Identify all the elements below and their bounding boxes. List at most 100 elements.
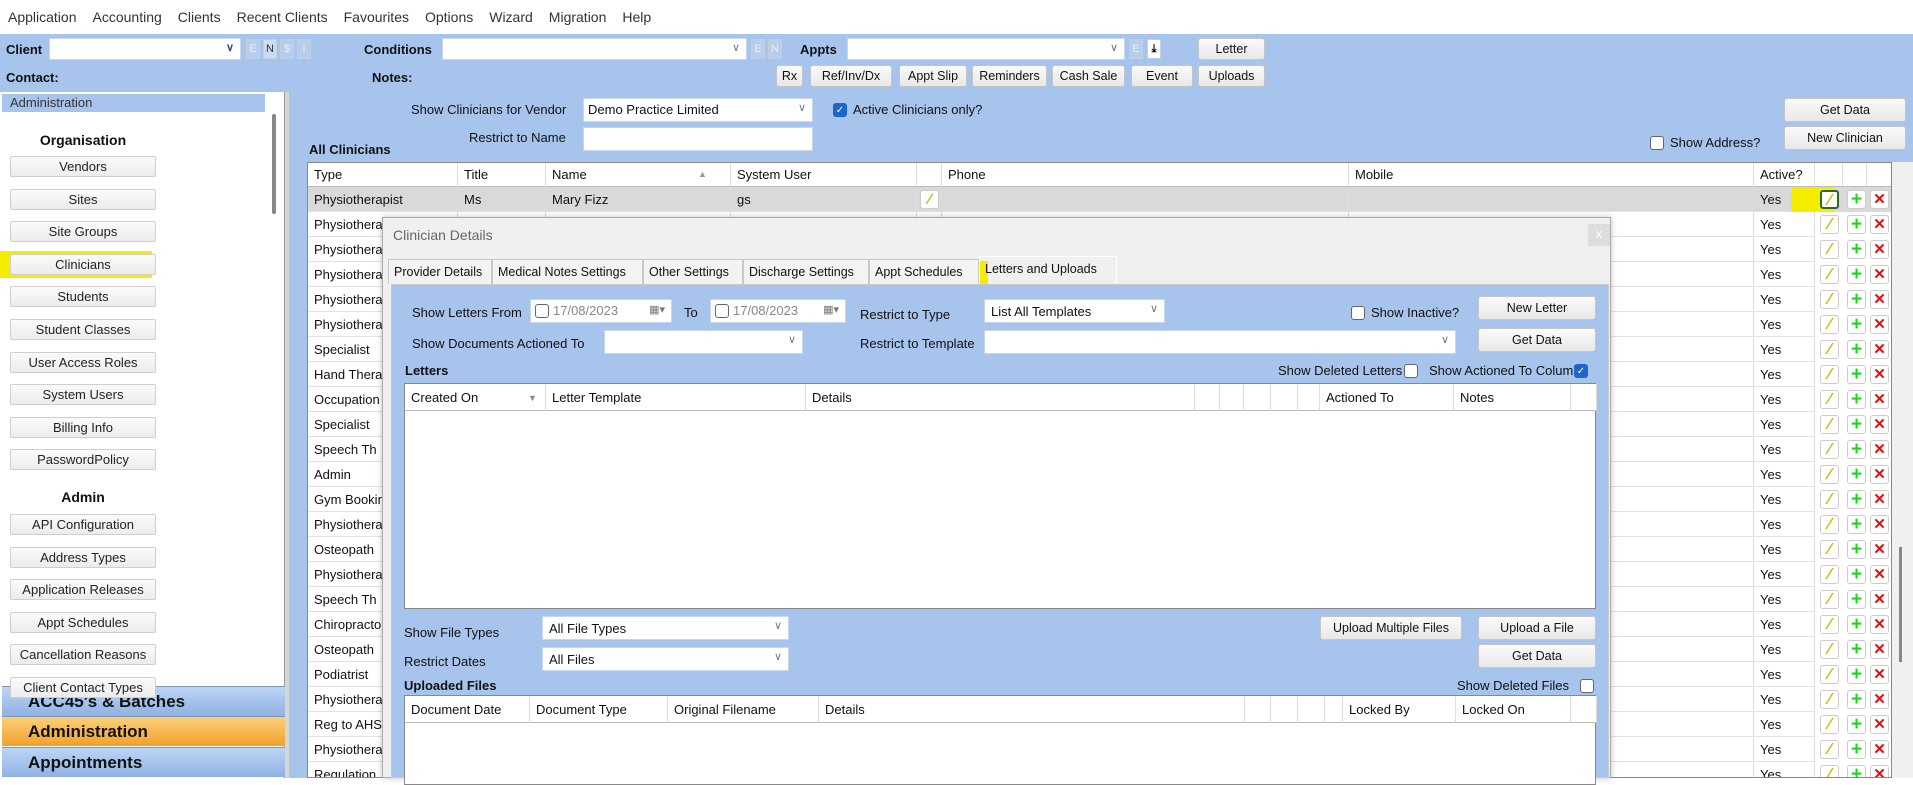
column-header-blank[interactable]	[917, 163, 942, 187]
client-account-button[interactable]: $	[280, 39, 294, 59]
files-column-document-date[interactable]: Document Date	[405, 696, 530, 723]
from-date-picker[interactable]: 17/08/2023 ▦▾	[530, 299, 672, 323]
add-icon[interactable]: +	[1847, 640, 1866, 659]
add-icon[interactable]: +	[1847, 615, 1866, 634]
letters-column-letter-template[interactable]: Letter Template	[546, 384, 806, 411]
vendor-select[interactable]: Demo Practice Limited ∨	[583, 98, 813, 122]
files-column-blank[interactable]	[1271, 696, 1298, 723]
delete-icon[interactable]: ✕	[1870, 365, 1889, 384]
edit-icon[interactable]: ∕	[1820, 640, 1839, 659]
sidebar-item-student-classes[interactable]: Student Classes	[10, 319, 156, 340]
tab-other-settings[interactable]: Other Settings	[643, 259, 743, 284]
edit-icon[interactable]: ∕	[1820, 265, 1839, 284]
add-icon[interactable]: +	[1847, 365, 1866, 384]
files-column-locked-on[interactable]: Locked On	[1456, 696, 1571, 723]
sidebar-scrollbar[interactable]	[272, 114, 276, 214]
get-data-files-button[interactable]: Get Data	[1478, 644, 1596, 668]
appt-slip-button[interactable]: Appt Slip	[899, 65, 967, 87]
sidebar-item-site-groups[interactable]: Site Groups	[10, 221, 156, 243]
add-icon[interactable]: +	[1847, 665, 1866, 684]
letters-column-blank[interactable]	[1195, 384, 1220, 411]
sidebar-item-students[interactable]: Students	[10, 286, 156, 308]
client-new-button[interactable]: N	[263, 39, 277, 59]
tab-medical-notes-settings[interactable]: Medical Notes Settings	[492, 259, 643, 284]
client-info-button[interactable]: i	[297, 39, 311, 59]
edit-icon[interactable]: ∕	[1820, 365, 1839, 384]
add-icon[interactable]: +	[1847, 190, 1866, 209]
actioned-to-select[interactable]: ∨	[604, 330, 803, 354]
files-column-blank[interactable]	[1298, 696, 1325, 723]
delete-icon[interactable]: ✕	[1870, 390, 1889, 409]
sidebar-item-sites[interactable]: Sites	[10, 188, 156, 210]
menu-accounting[interactable]: Accounting	[93, 9, 162, 25]
add-icon[interactable]: +	[1847, 265, 1866, 284]
delete-icon[interactable]: ✕	[1870, 715, 1889, 734]
edit-icon[interactable]: ∕	[1820, 540, 1839, 559]
to-date-checkbox[interactable]	[715, 304, 729, 318]
from-date-checkbox[interactable]	[535, 304, 549, 318]
edit-icon[interactable]: ∕	[920, 190, 939, 209]
column-header-phone[interactable]: Phone	[942, 163, 1349, 187]
delete-icon[interactable]: ✕	[1870, 665, 1889, 684]
add-icon[interactable]: +	[1847, 590, 1866, 609]
edit-icon[interactable]: ∕	[1820, 490, 1839, 509]
delete-icon[interactable]: ✕	[1870, 540, 1889, 559]
tab-provider-details[interactable]: Provider Details	[388, 259, 492, 284]
delete-icon[interactable]: ✕	[1870, 615, 1889, 634]
delete-icon[interactable]: ✕	[1870, 515, 1889, 534]
menu-favourites[interactable]: Favourites	[344, 9, 409, 25]
upload-multiple-files-button[interactable]: Upload Multiple Files	[1320, 616, 1462, 640]
letters-column-blank[interactable]	[1571, 384, 1597, 411]
menu-options[interactable]: Options	[425, 9, 473, 25]
show-deleted-files-checkbox[interactable]	[1580, 679, 1594, 693]
delete-icon[interactable]: ✕	[1870, 690, 1889, 709]
letters-column-details[interactable]: Details	[806, 384, 1195, 411]
new-clinician-button[interactable]: New Clinician	[1784, 126, 1906, 150]
sidebar-item-passwordpolicy[interactable]: PasswordPolicy	[10, 449, 156, 471]
delete-icon[interactable]: ✕	[1870, 565, 1889, 584]
column-header-system-user[interactable]: System User	[731, 163, 917, 187]
files-column-blank[interactable]	[1245, 696, 1271, 723]
letters-column-blank[interactable]	[1298, 384, 1320, 411]
edit-icon[interactable]: ∕	[1820, 665, 1839, 684]
add-icon[interactable]: +	[1847, 715, 1866, 734]
show-actioned-cols-checkbox[interactable]: ✓	[1574, 364, 1588, 378]
column-header-mobile[interactable]: Mobile	[1349, 163, 1754, 187]
active-only-checkbox[interactable]: ✓	[833, 103, 847, 117]
letter-button[interactable]: Letter	[1198, 38, 1265, 60]
letters-column-created-on[interactable]: Created On	[405, 384, 546, 411]
menu-wizard[interactable]: Wizard	[489, 9, 533, 25]
show-inactive-checkbox[interactable]	[1351, 306, 1365, 320]
sidebar-item-client-contact-types[interactable]: Client Contact Types	[10, 677, 156, 698]
show-deleted-letters-checkbox[interactable]	[1404, 364, 1418, 378]
add-icon[interactable]: +	[1847, 415, 1866, 434]
delete-icon[interactable]: ✕	[1870, 290, 1889, 309]
edit-icon[interactable]: ∕	[1820, 315, 1839, 334]
add-icon[interactable]: +	[1847, 215, 1866, 234]
restrict-dates-select[interactable]: All Files ∨	[542, 647, 789, 671]
files-column-blank[interactable]	[1325, 696, 1343, 723]
restrict-template-select[interactable]: ∨	[984, 330, 1456, 354]
add-icon[interactable]: +	[1847, 315, 1866, 334]
letters-column-blank[interactable]	[1244, 384, 1271, 411]
download-icon[interactable]: ⤓	[1147, 39, 1161, 59]
delete-icon[interactable]: ✕	[1870, 440, 1889, 459]
event-button[interactable]: Event	[1131, 65, 1193, 87]
edit-icon[interactable]: ∕	[1820, 715, 1839, 734]
tab-discharge-settings[interactable]: Discharge Settings	[743, 259, 869, 284]
edit-icon[interactable]: ∕	[1820, 690, 1839, 709]
edit-icon[interactable]: ∕	[1820, 465, 1839, 484]
add-icon[interactable]: +	[1847, 340, 1866, 359]
sidebar-item-clinicians[interactable]: Clinicians	[10, 253, 156, 275]
restrict-type-select[interactable]: List All Templates ∨	[984, 299, 1165, 323]
sidebar-item-address-types[interactable]: Address Types	[10, 546, 156, 568]
tab-appt-schedules[interactable]: Appt Schedules	[869, 259, 979, 284]
files-column-blank[interactable]	[1571, 696, 1597, 723]
tab-letters-and-uploads[interactable]: Letters and Uploads	[979, 256, 1117, 284]
column-header-type[interactable]: Type	[308, 163, 458, 187]
nav-administration[interactable]: Administration	[2, 716, 285, 746]
edit-icon[interactable]: ∕	[1820, 340, 1839, 359]
edit-icon[interactable]: ∕	[1820, 240, 1839, 259]
new-letter-button[interactable]: New Letter	[1478, 296, 1596, 320]
delete-icon[interactable]: ✕	[1870, 315, 1889, 334]
